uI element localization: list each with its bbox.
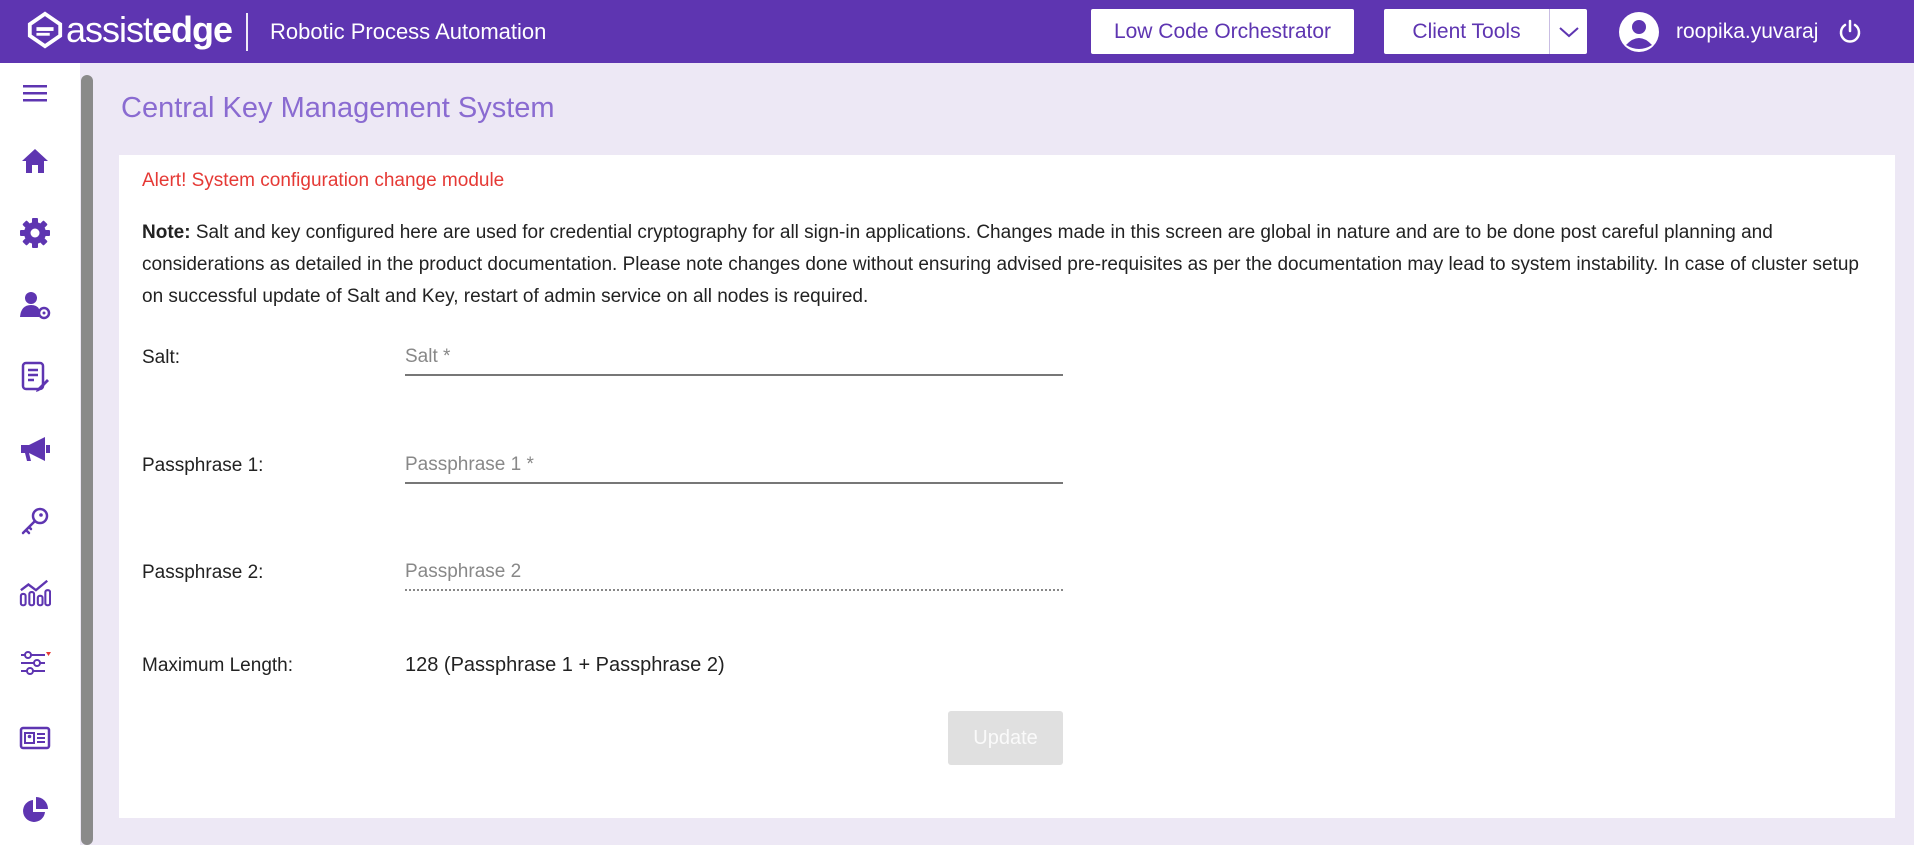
user-settings-icon[interactable] bbox=[19, 289, 51, 321]
user-avatar-icon[interactable] bbox=[1618, 11, 1660, 53]
id-card-icon[interactable] bbox=[19, 722, 51, 754]
gear-icon[interactable] bbox=[19, 217, 51, 249]
note-label: Note: bbox=[142, 222, 191, 243]
passphrase2-label: Passphrase 2: bbox=[142, 562, 264, 583]
logo-text-bold: edge bbox=[152, 9, 233, 50]
passphrase2-field[interactable] bbox=[405, 555, 1063, 591]
menu-icon[interactable] bbox=[19, 77, 51, 109]
home-icon[interactable] bbox=[19, 145, 51, 177]
max-length-value: 128 (Passphrase 1 + Passphrase 2) bbox=[405, 654, 725, 676]
note-text: Note: Salt and key configured here are u… bbox=[142, 217, 1862, 313]
assistedge-logo[interactable]: assistedge bbox=[26, 9, 233, 50]
page-title: Central Key Management System bbox=[121, 92, 555, 124]
top-bar: assistedge Robotic Process Automation Lo… bbox=[0, 0, 1914, 63]
app-title: Robotic Process Automation bbox=[270, 19, 547, 44]
logo-divider bbox=[246, 13, 248, 51]
low-code-orchestrator-button[interactable]: Low Code Orchestrator bbox=[1091, 9, 1354, 54]
alert-message: Alert! System configuration change modul… bbox=[142, 170, 505, 191]
update-button[interactable]: Update bbox=[948, 711, 1063, 765]
note-body: Salt and key configured here are used fo… bbox=[142, 222, 1859, 307]
username[interactable]: roopika.yuvaraj bbox=[1676, 19, 1818, 45]
salt-field[interactable] bbox=[405, 340, 1063, 376]
power-icon[interactable] bbox=[1837, 19, 1863, 45]
sliders-icon[interactable] bbox=[19, 647, 51, 679]
sidebar-scrollbar[interactable] bbox=[81, 75, 93, 845]
sidebar bbox=[0, 63, 80, 845]
client-tools-dropdown[interactable]: Client Tools bbox=[1384, 9, 1587, 54]
max-length-label: Maximum Length: bbox=[142, 655, 294, 676]
passphrase1-label: Passphrase 1: bbox=[142, 455, 264, 476]
logo-text: assistedge bbox=[66, 9, 233, 50]
chevron-down-icon bbox=[1558, 26, 1579, 37]
key-icon[interactable] bbox=[19, 505, 51, 537]
client-tools-toggle[interactable] bbox=[1549, 9, 1587, 54]
megaphone-icon[interactable] bbox=[19, 433, 51, 465]
passphrase2-input[interactable] bbox=[405, 555, 1063, 591]
passphrase1-input[interactable] bbox=[405, 448, 1063, 484]
client-tools-button[interactable]: Client Tools bbox=[1384, 9, 1549, 54]
assistedge-logo-icon bbox=[27, 11, 63, 49]
salt-label: Salt: bbox=[142, 347, 181, 368]
salt-input[interactable] bbox=[405, 340, 1063, 376]
passphrase1-field[interactable] bbox=[405, 448, 1063, 484]
logo-text-light: assist bbox=[66, 9, 153, 50]
analytics-icon[interactable] bbox=[19, 577, 51, 609]
pie-chart-icon[interactable] bbox=[19, 794, 51, 826]
document-edit-icon[interactable] bbox=[19, 361, 51, 393]
